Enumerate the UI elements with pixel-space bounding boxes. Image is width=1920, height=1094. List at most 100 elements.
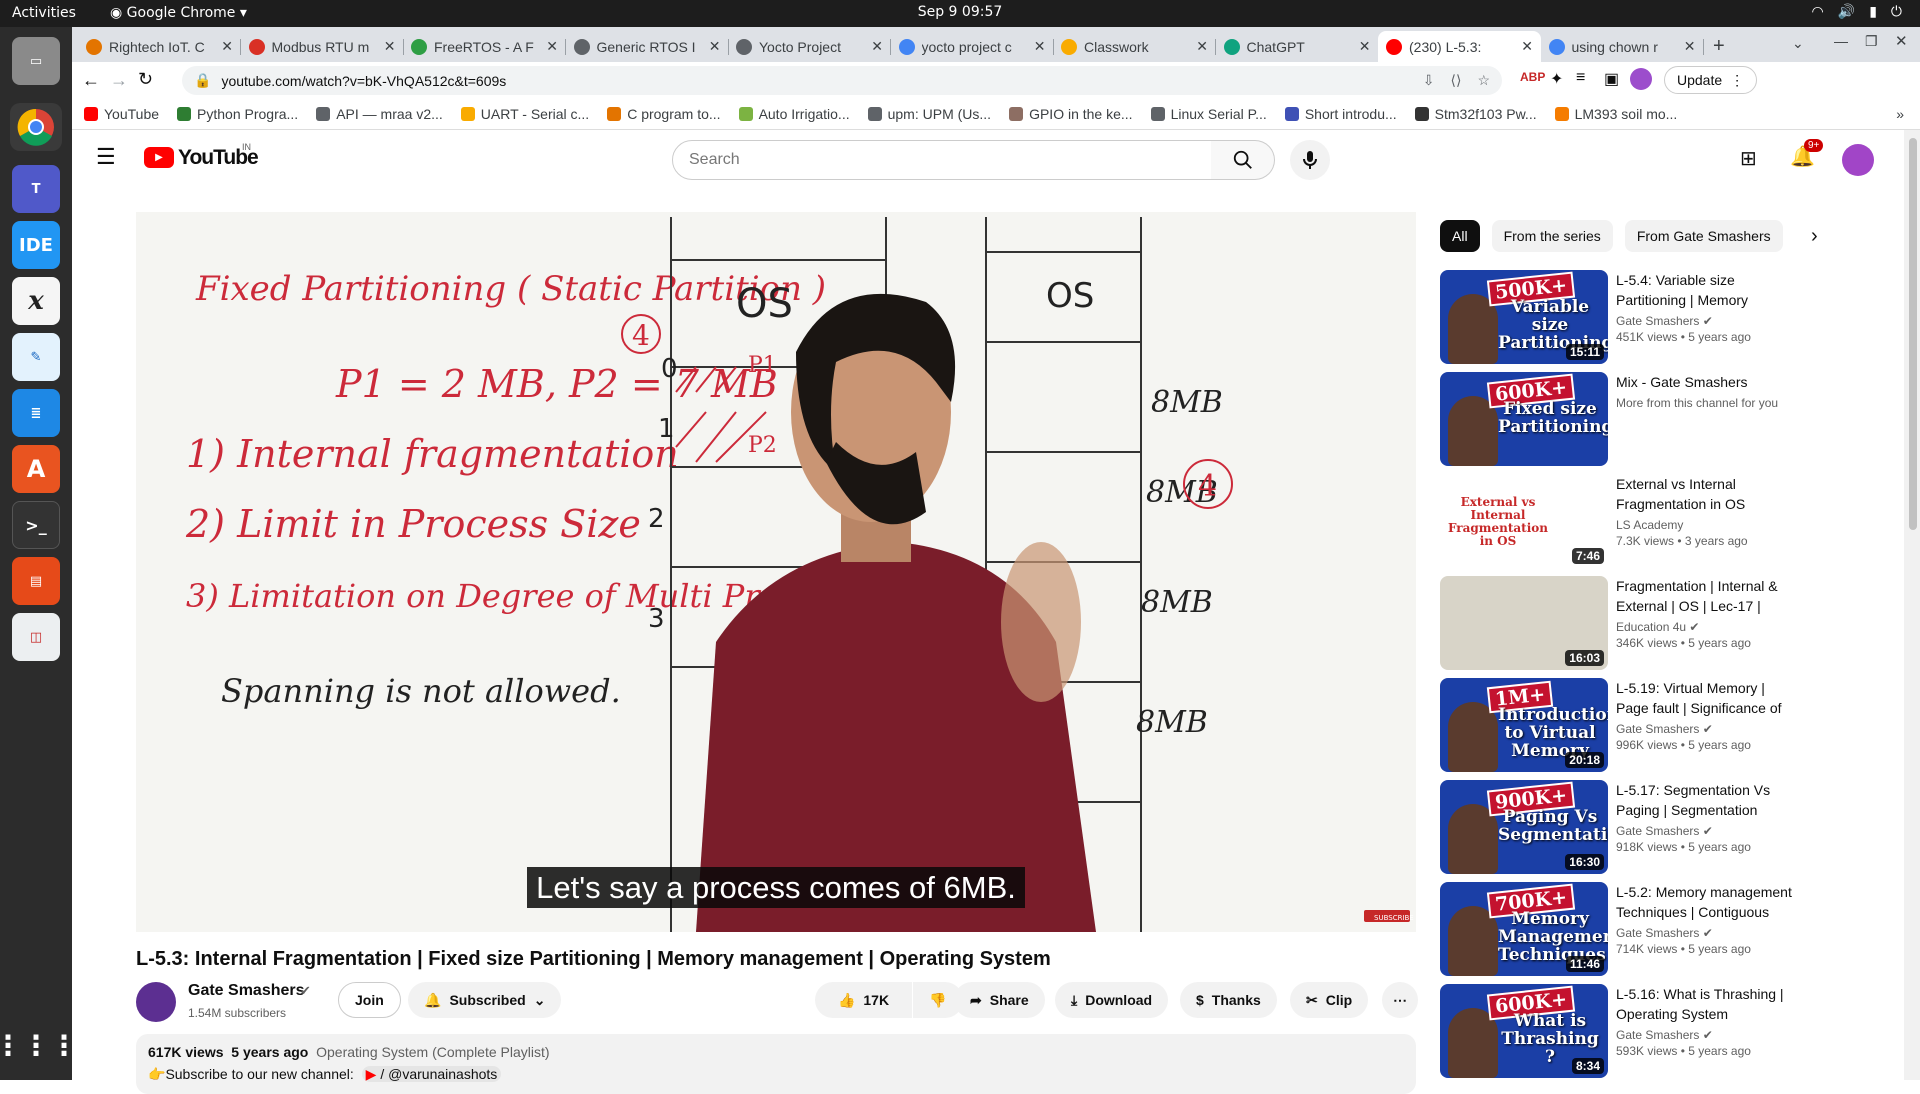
tab-search-chevron-icon[interactable]: ⌄ (1792, 35, 1804, 52)
browser-tab[interactable]: (230) L-5.3: ✕ (1378, 31, 1541, 62)
browser-tab[interactable]: yocto project c ✕ (891, 31, 1054, 62)
activities-button[interactable]: Activities (12, 5, 76, 21)
browser-tab[interactable]: using chown r ✕ (1541, 31, 1704, 62)
thanks-button[interactable]: $ Thanks (1180, 982, 1277, 1018)
reading-list-icon[interactable]: ≡ (1576, 69, 1585, 87)
join-button[interactable]: Join (338, 982, 401, 1018)
bookmark-item[interactable]: API — mraa v2... (316, 106, 443, 122)
bookmark-item[interactable]: GPIO in the ke... (1009, 106, 1133, 122)
reload-icon[interactable]: ↻ (138, 69, 153, 90)
app-menu[interactable]: ◉ Google Chrome ▾ (110, 5, 247, 21)
teams-app-icon[interactable]: T (12, 165, 60, 213)
back-icon[interactable]: ← (82, 70, 100, 91)
filter-chip[interactable]: From Gate Smashers (1624, 220, 1783, 252)
browser-tab[interactable]: Modbus RTU m ✕ (241, 31, 404, 62)
forward-icon[interactable]: → (110, 70, 128, 91)
tab-close-icon[interactable]: ✕ (871, 38, 883, 55)
chrome-dock-icon[interactable] (10, 103, 62, 151)
adblock-extension-icon[interactable]: ABP (1520, 70, 1545, 84)
video-thumbnail[interactable]: 500K+ Variable size Partitioning 15:11 (1440, 270, 1608, 364)
text-editor-app-icon[interactable]: ✎ (12, 333, 60, 381)
site-info-icon[interactable]: 🔒 (194, 72, 211, 89)
show-apps-icon[interactable]: ⋮⋮⋮ (0, 1021, 78, 1069)
video-thumbnail[interactable]: 600K+ Fixed size Partitioning (1440, 372, 1608, 466)
recommended-video[interactable]: 700K+Memory Management Techniques11:46L-… (1440, 882, 1800, 978)
bookmark-item[interactable]: Stm32f103 Pw... (1414, 106, 1537, 122)
share-page-icon[interactable]: ⟨⟩ (1451, 72, 1462, 89)
install-icon[interactable]: ⇩ (1423, 72, 1435, 89)
update-button[interactable]: Update ⋮ (1664, 66, 1758, 94)
video-thumbnail[interactable]: 900K+Paging Vs Segmentation16:30 (1440, 780, 1608, 874)
tab-close-icon[interactable]: ✕ (709, 38, 721, 55)
browser-tab[interactable]: Classwork ✕ (1053, 31, 1216, 62)
browser-tab[interactable]: FreeRTOS - A F ✕ (403, 31, 566, 62)
create-video-icon[interactable]: ⊞ (1740, 146, 1757, 171)
extensions-puzzle-icon[interactable]: ✦ (1550, 69, 1563, 89)
video-thumbnail[interactable]: 700K+Memory Management Techniques11:46 (1440, 882, 1608, 976)
filter-chip[interactable]: From the series (1491, 220, 1613, 252)
hamburger-menu-icon[interactable]: ☰ (96, 144, 116, 170)
new-tab-button[interactable]: + (1713, 35, 1725, 58)
close-window-button[interactable]: ✕ (1895, 32, 1908, 50)
tab-close-icon[interactable]: ✕ (1196, 38, 1208, 55)
tab-close-icon[interactable]: ✕ (384, 38, 396, 55)
bookmark-star-icon[interactable]: ☆ (1477, 72, 1490, 89)
subscribed-button[interactable]: 🔔 Subscribed ⌄ (408, 982, 562, 1018)
recommended-video[interactable]: 600K+ What is Thrashing ? 8:34 L-5.16: What… (1440, 984, 1800, 1080)
tab-close-icon[interactable]: ✕ (546, 38, 558, 55)
impress-app-icon[interactable]: ▤ (12, 557, 60, 605)
recommended-video[interactable]: 600K+ Fixed size Partitioning Mix - Gate S… (1440, 372, 1800, 468)
bookmark-item[interactable]: UART - Serial c... (460, 106, 589, 122)
video-thumbnail[interactable]: 16:03 (1440, 576, 1608, 670)
system-tray[interactable]: ◠ 🔊 ▮ ⏻ (1812, 4, 1902, 20)
share-button[interactable]: ➦ Share (954, 982, 1045, 1018)
writer-app-icon[interactable]: ≣ (12, 389, 60, 437)
browser-tab[interactable]: Generic RTOS I ✕ (566, 31, 729, 62)
description-box[interactable]: 617K views 5 years ago Operating System … (136, 1034, 1416, 1094)
clip-button[interactable]: ✂ Clip (1290, 982, 1369, 1018)
youtube-logo-icon[interactable]: ▶ (144, 147, 174, 168)
bookmarks-overflow-icon[interactable]: » (1896, 106, 1920, 122)
video-player[interactable]: Fixed Partitioning ( Static Partition ) … (136, 212, 1416, 932)
video-thumbnail[interactable]: 1M+ Introduction to Virtual Memory 20:18 (1440, 678, 1608, 772)
address-bar[interactable]: 🔒 youtube.com/watch?v=bK-VhQA512c&t=609s… (182, 66, 1502, 95)
tab-close-icon[interactable]: ✕ (1359, 38, 1371, 55)
bookmark-item[interactable]: Auto Irrigatio... (738, 106, 850, 122)
recommended-video[interactable]: External vs Internal Fragmentation in OS… (1440, 474, 1800, 570)
tab-close-icon[interactable]: ✕ (221, 38, 233, 55)
channel-avatar[interactable] (136, 982, 176, 1022)
search-button[interactable] (1211, 140, 1275, 180)
search-input[interactable]: Search (672, 140, 1212, 180)
bookmark-item[interactable]: LM393 soil mo... (1554, 106, 1677, 122)
profile-avatar[interactable] (1630, 68, 1652, 90)
bookmark-item[interactable]: Python Progra... (177, 106, 298, 122)
tab-close-icon[interactable]: ✕ (1034, 38, 1046, 55)
browser-tab[interactable]: ChatGPT ✕ (1216, 31, 1379, 62)
like-button[interactable]: 👍 17K (815, 982, 912, 1018)
browser-tab[interactable]: Yocto Project ✕ (728, 31, 891, 62)
recommended-video[interactable]: 1M+ Introduction to Virtual Memory 20:18 L-… (1440, 678, 1800, 774)
side-panel-icon[interactable]: ▣ (1604, 69, 1619, 89)
voice-search-button[interactable] (1290, 140, 1330, 180)
video-thumbnail[interactable]: 600K+ What is Thrashing ? 8:34 (1440, 984, 1608, 1078)
document-viewer-app-icon[interactable]: ◫ (12, 613, 60, 661)
bookmark-item[interactable]: upm: UPM (Us... (867, 106, 991, 122)
xournal-app-icon[interactable]: x (12, 277, 60, 325)
files-app-icon[interactable]: ▭ (12, 37, 60, 85)
chips-next-chevron-icon[interactable]: › (1811, 225, 1818, 248)
browser-tab[interactable]: Rightech IoT. C ✕ (78, 31, 241, 62)
ide-app-icon[interactable]: IDE (12, 221, 60, 269)
filter-chip[interactable]: All (1440, 220, 1480, 252)
terminal-app-icon[interactable]: >_ (12, 501, 60, 549)
video-thumbnail[interactable]: External vs Internal Fragmentation in OS… (1440, 474, 1608, 568)
more-actions-button[interactable]: ⋯ (1382, 982, 1418, 1018)
tab-close-icon[interactable]: ✕ (1521, 38, 1533, 55)
recommended-video[interactable]: 500K+ Variable size Partitioning 15:11 L-5.… (1440, 270, 1800, 366)
bookmark-item[interactable]: C program to... (607, 106, 721, 122)
minimize-button[interactable]: — (1834, 33, 1848, 49)
account-avatar[interactable] (1842, 144, 1874, 176)
recommended-video[interactable]: 900K+Paging Vs Segmentation16:30L-5.17: … (1440, 780, 1800, 876)
scrollbar-thumb[interactable] (1909, 138, 1917, 530)
recommended-video[interactable]: 16:03 Fragmentation | Internal & External… (1440, 576, 1800, 672)
tab-close-icon[interactable]: ✕ (1684, 38, 1696, 55)
